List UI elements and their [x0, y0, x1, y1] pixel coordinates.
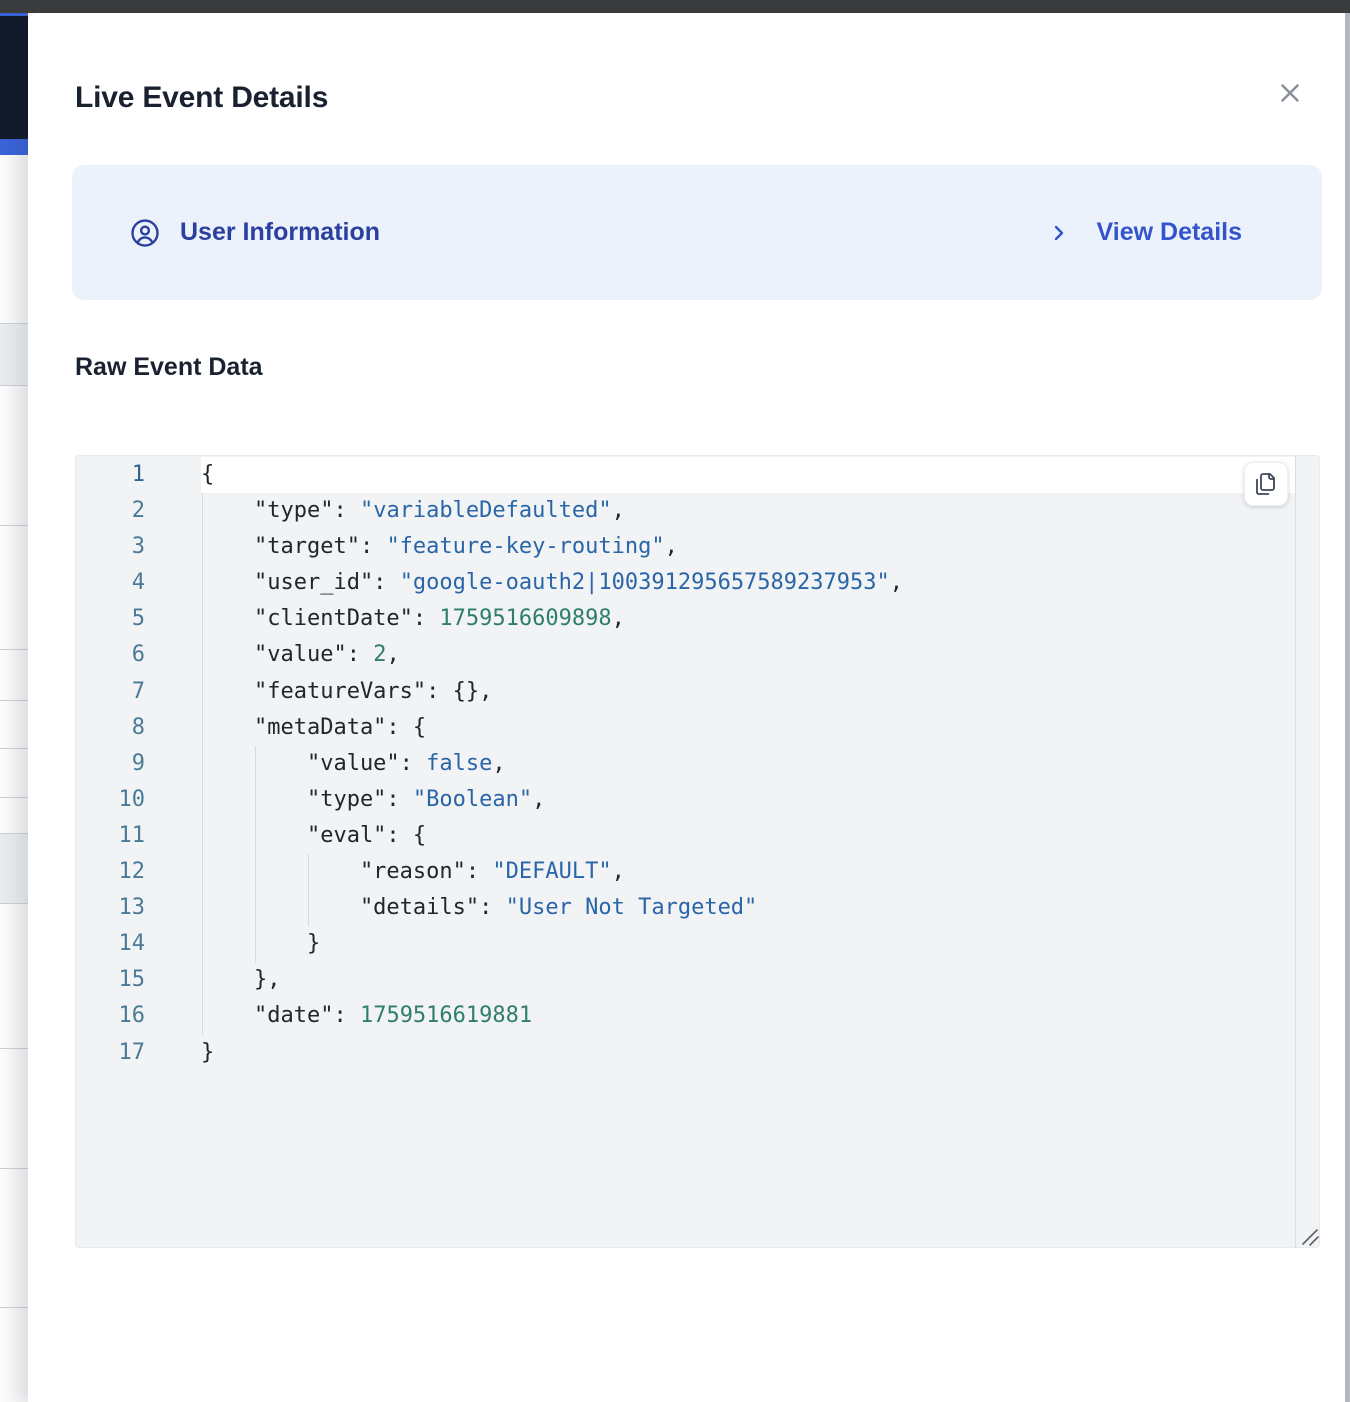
code-line: }	[201, 926, 1295, 962]
background-row-band	[0, 833, 28, 903]
copy-button[interactable]	[1244, 462, 1288, 506]
browser-top-bar	[0, 0, 1350, 13]
window-scrollbar[interactable]	[1345, 13, 1350, 1402]
code-line: "details": "User Not Targeted"	[201, 890, 1295, 926]
chevron-right-icon	[1047, 219, 1071, 247]
line-number: 1	[76, 457, 145, 493]
code-line: "clientDate": 1759516609898,	[201, 601, 1295, 637]
code-line: "reason": "DEFAULT",	[201, 854, 1295, 890]
view-details-button[interactable]: View Details	[1047, 218, 1242, 247]
raw-event-code-editor[interactable]: 1234567891011121314151617 { "type": "var…	[75, 455, 1320, 1248]
line-number: 7	[76, 674, 145, 710]
code-line: "featureVars": {},	[201, 674, 1295, 710]
background-page-strip	[0, 13, 28, 1402]
line-number: 11	[76, 818, 145, 854]
code-line: "target": "feature-key-routing",	[201, 529, 1295, 565]
line-number: 9	[76, 746, 145, 782]
line-number: 14	[76, 926, 145, 962]
line-number: 2	[76, 493, 145, 529]
indent-guide	[255, 746, 256, 963]
background-row-band	[0, 323, 28, 385]
indent-guide	[308, 854, 309, 926]
code-content[interactable]: { "type": "variableDefaulted", "target":…	[197, 456, 1295, 1247]
app-sidebar-strip	[0, 16, 28, 139]
line-number: 12	[76, 854, 145, 890]
code-line: "type": "variableDefaulted",	[201, 493, 1295, 529]
code-line: "user_id": "google-oauth2|10039129565758…	[201, 565, 1295, 601]
background-row-line	[0, 649, 28, 650]
line-number: 4	[76, 565, 145, 601]
code-gutter: 1234567891011121314151617	[76, 456, 197, 1247]
line-number: 17	[76, 1035, 145, 1071]
background-row-line	[0, 1307, 28, 1308]
copy-icon	[1254, 472, 1278, 496]
line-number: 8	[76, 710, 145, 746]
background-row-line	[0, 323, 28, 324]
line-number: 15	[76, 962, 145, 998]
background-row-line	[0, 833, 28, 834]
view-details-label: View Details	[1097, 218, 1242, 247]
line-number: 10	[76, 782, 145, 818]
resize-handle[interactable]	[1297, 1224, 1320, 1248]
code-line: "value": false,	[201, 746, 1295, 782]
line-number: 16	[76, 998, 145, 1034]
sidebar-active-item	[0, 139, 28, 155]
code-line: "value": 2,	[201, 637, 1295, 673]
line-number: 6	[76, 637, 145, 673]
background-table-strip	[0, 155, 28, 1402]
close-icon	[1275, 78, 1305, 108]
background-row-line	[0, 525, 28, 526]
line-number: 3	[76, 529, 145, 565]
background-row-line	[0, 700, 28, 701]
code-line: "eval": {	[201, 818, 1295, 854]
line-number: 13	[76, 890, 145, 926]
code-line: {	[201, 457, 1295, 493]
editor-scrollbar-gutter[interactable]	[1295, 456, 1319, 1247]
code-line: },	[201, 962, 1295, 998]
close-button[interactable]	[1268, 71, 1312, 115]
resize-handle-icon	[1297, 1224, 1320, 1248]
code-line: "metaData": {	[201, 710, 1295, 746]
background-row-line	[0, 903, 28, 904]
code-line: "date": 1759516619881	[201, 998, 1295, 1034]
background-row-line	[0, 385, 28, 386]
code-line: }	[201, 1035, 1295, 1071]
background-row-line	[0, 1048, 28, 1049]
live-event-details-panel: Live Event Details User Information View…	[28, 13, 1350, 1402]
code-line: "type": "Boolean",	[201, 782, 1295, 818]
indent-guide	[202, 493, 203, 1035]
section-heading: Raw Event Data	[75, 353, 263, 382]
background-row-line	[0, 1168, 28, 1169]
user-circle-icon	[130, 218, 160, 248]
banner-label: User Information	[180, 218, 380, 247]
background-row-line	[0, 797, 28, 798]
user-information-banner[interactable]: User Information View Details	[72, 165, 1322, 300]
background-row-line	[0, 748, 28, 749]
page-title: Live Event Details	[75, 81, 328, 115]
line-number: 5	[76, 601, 145, 637]
